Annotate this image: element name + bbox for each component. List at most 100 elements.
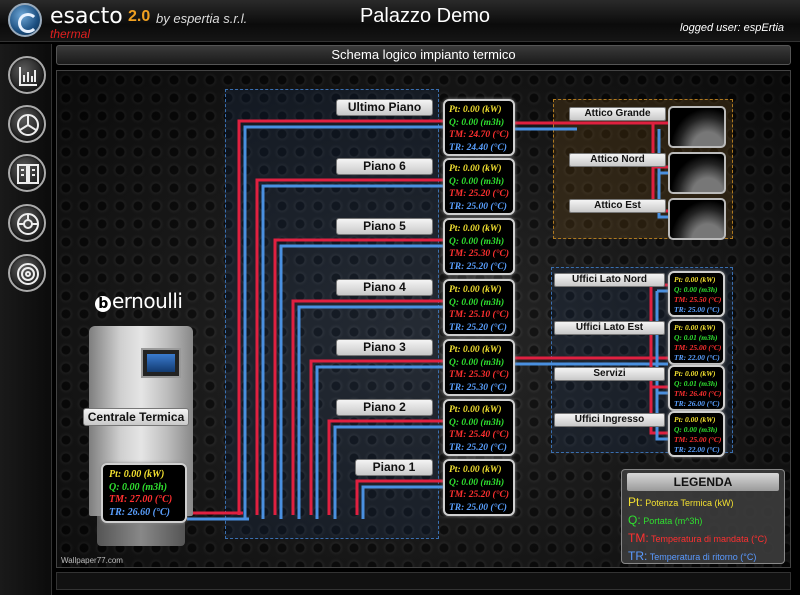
reading-tr: TR: 25.00 (°C) xyxy=(449,201,507,212)
plant-tm: TM: 27.00 (°C) xyxy=(109,494,173,505)
reading-pt: Pt: 0.00 (kW) xyxy=(449,224,502,234)
reading-tm: TM: 25.00 (°C) xyxy=(674,343,722,352)
reading-q: Q: 0.00 (m3h) xyxy=(449,117,505,128)
floor-label[interactable]: Piano 5 xyxy=(336,218,433,235)
legend-title: LEGENDA xyxy=(627,473,779,491)
reading-tr: TR: 26.00 (°C) xyxy=(674,399,720,408)
floor-readings-box[interactable]: Pt: 0.00 (kW) Q: 0.00 (m3h) TM: 25.20 (°C)… xyxy=(443,158,515,215)
floor-label[interactable]: Piano 1 xyxy=(355,459,433,476)
radiator-panel[interactable] xyxy=(668,152,726,194)
reading-q: Q: 0.00 (m3h) xyxy=(674,425,718,434)
reading-tm: TM: 25.20 (°C) xyxy=(449,189,510,199)
schema-title-bar: Schema logico impianto termico xyxy=(56,45,791,65)
floor-label[interactable]: Piano 2 xyxy=(336,399,433,416)
reading-q: Q: 0.00 (m3h) xyxy=(449,176,505,187)
office-label[interactable]: Uffici Lato Nord xyxy=(554,273,665,287)
reading-pt: Pt: 0.00 (kW) xyxy=(449,405,502,415)
status-bar xyxy=(56,572,791,590)
office-readings-box[interactable]: Pt: 0.00 (kW) Q: 0.00 (m3h) TM: 25.00 (°C)… xyxy=(668,411,725,457)
page-title: Palazzo Demo xyxy=(359,5,491,27)
office-readings-box[interactable]: Pt: 0.00 (kW) Q: 0.01 (m3h) TM: 25.00 (°C)… xyxy=(668,319,725,365)
reading-pt: Pt: 0.00 (kW) xyxy=(449,164,502,174)
reading-tr: TR: 25.20 (°C) xyxy=(449,261,507,272)
chart-bars-icon xyxy=(19,67,37,86)
reading-tr: TR: 25.00 (°C) xyxy=(449,502,507,513)
reading-tm: TM: 25.20 (°C) xyxy=(449,490,510,500)
floor-readings-box[interactable]: Pt: 0.00 (kW) Q: 0.00 (m3h) TM: 24.70 (°C)… xyxy=(443,99,515,156)
fan-icon xyxy=(17,114,39,136)
reading-tr: TR: 25.20 (°C) xyxy=(449,442,507,453)
floor-readings-box[interactable]: Pt: 0.00 (kW) Q: 0.00 (m3h) TM: 25.10 (°C)… xyxy=(443,279,515,336)
watermark: Wallpaper77.com xyxy=(61,556,123,565)
attico-label[interactable]: Attico Est xyxy=(569,199,666,213)
floor-label[interactable]: Piano 4 xyxy=(336,279,433,296)
reading-q: Q: 0.01 (m3h) xyxy=(674,333,718,342)
left-toolbar xyxy=(0,44,52,595)
reading-q: Q: 0.00 (m3h) xyxy=(449,477,505,488)
office-label[interactable]: Servizi xyxy=(554,367,665,381)
floor-readings-box[interactable]: Pt: 0.00 (kW) Q: 0.00 (m3h) TM: 25.30 (°C)… xyxy=(443,218,515,275)
reading-pt: Pt: 0.00 (kW) xyxy=(449,285,502,295)
reading-pt: Pt: 0.00 (kW) xyxy=(674,275,716,284)
office-readings-box[interactable]: Pt: 0.00 (kW) Q: 0.01 (m3h) TM: 26.40 (°C)… xyxy=(668,365,725,411)
reading-tm: TM: 25.30 (°C) xyxy=(449,370,510,380)
plant-tr: TR: 26.60 (°C) xyxy=(109,506,170,518)
reading-tm: TM: 26.40 (°C) xyxy=(674,389,722,398)
plant-readings-box[interactable]: Pt: 0.00 (kW) Q: 0.00 (m3h) TM: 27.00 (°… xyxy=(101,463,187,523)
boiler-label[interactable]: Centrale Termica xyxy=(83,408,189,426)
app-subtitle: thermal xyxy=(50,27,91,41)
chart-bars-button[interactable] xyxy=(8,56,46,94)
app-version: 2.0 xyxy=(128,8,151,25)
floor-label[interactable]: Ultimo Piano xyxy=(336,99,433,116)
reading-tm: TM: 25.30 (°C) xyxy=(449,249,510,259)
reading-pt: Pt: 0.00 (kW) xyxy=(674,415,716,424)
legend-pt: Pt: Potenza Termica (kW) xyxy=(628,495,734,509)
attico-label[interactable]: Attico Nord xyxy=(569,153,666,167)
plant-q: Q: 0.00 (m3h) xyxy=(109,481,168,493)
floor-label[interactable]: Piano 3 xyxy=(336,339,433,356)
reading-tm: TM: 25.00 (°C) xyxy=(674,435,722,444)
legend-tr: TR: Temperatura di ritorno (°C) xyxy=(628,549,757,563)
esacto-logo-icon xyxy=(8,3,42,37)
return-pipe xyxy=(361,485,443,519)
floor-readings-box[interactable]: Pt: 0.00 (kW) Q: 0.00 (m3h) TM: 25.30 (°C)… xyxy=(443,339,515,396)
legend-q: Q: Portata (m^3h) xyxy=(628,513,703,527)
reading-tm: TM: 24.70 (°C) xyxy=(449,130,510,140)
panel-button[interactable] xyxy=(8,154,46,192)
reading-tm: TM: 25.50 (°C) xyxy=(674,295,722,304)
reading-pt: Pt: 0.00 (kW) xyxy=(674,369,716,378)
legend-tm: TM: Temperatura di mandata (°C) xyxy=(628,531,768,545)
office-readings-box[interactable]: Pt: 0.00 (kW) Q: 0.00 (m3h) TM: 25.50 (°C)… xyxy=(668,271,725,317)
app-header: esacto 2.0 by espertia s.r.l. thermal Pa… xyxy=(0,0,800,42)
thermal-schema: Ultimo Piano Pt: 0.00 (kW) Q: 0.00 (m3h) TM… xyxy=(56,70,791,568)
floor-label[interactable]: Piano 6 xyxy=(336,158,433,175)
legend: LEGENDA Pt: Potenza Termica (kW) Q: Port… xyxy=(621,469,785,564)
pump-button[interactable] xyxy=(8,204,46,242)
reading-q: Q: 0.00 (m3h) xyxy=(674,285,718,294)
app-name: esacto xyxy=(50,4,123,29)
reading-pt: Pt: 0.00 (kW) xyxy=(449,105,502,115)
fan-button[interactable] xyxy=(8,105,46,143)
floor-readings-box[interactable]: Pt: 0.00 (kW) Q: 0.00 (m3h) TM: 25.20 (°C)… xyxy=(443,459,515,516)
bernoulli-logo: b ernoulli xyxy=(95,289,183,313)
reading-tr: TR: 25.30 (°C) xyxy=(449,382,507,393)
supply-pipe xyxy=(309,359,443,515)
reading-tr: TR: 22.00 (°C) xyxy=(674,353,720,362)
boiler-display xyxy=(141,348,181,378)
reading-q: Q: 0.00 (m3h) xyxy=(449,417,505,428)
reading-q: Q: 0.00 (m3h) xyxy=(449,297,505,308)
office-label[interactable]: Uffici Lato Est xyxy=(554,321,665,335)
radiator-panel[interactable] xyxy=(668,198,726,240)
valve-icon xyxy=(17,263,39,285)
reading-q: Q: 0.00 (m3h) xyxy=(449,357,505,368)
reading-pt: Pt: 0.00 (kW) xyxy=(449,345,502,355)
plant-pt: Pt: 0.00 (kW) xyxy=(109,469,165,480)
office-label[interactable]: Uffici Ingresso xyxy=(554,413,665,427)
panel-icon xyxy=(17,164,39,184)
attico-label[interactable]: Attico Grande xyxy=(569,107,666,121)
valve-button[interactable] xyxy=(8,254,46,292)
radiator-panel[interactable] xyxy=(668,106,726,148)
app-vendor: by espertia s.r.l. xyxy=(156,11,248,26)
floor-readings-box[interactable]: Pt: 0.00 (kW) Q: 0.00 (m3h) TM: 25.40 (°C)… xyxy=(443,399,515,456)
pump-icon xyxy=(17,213,39,235)
